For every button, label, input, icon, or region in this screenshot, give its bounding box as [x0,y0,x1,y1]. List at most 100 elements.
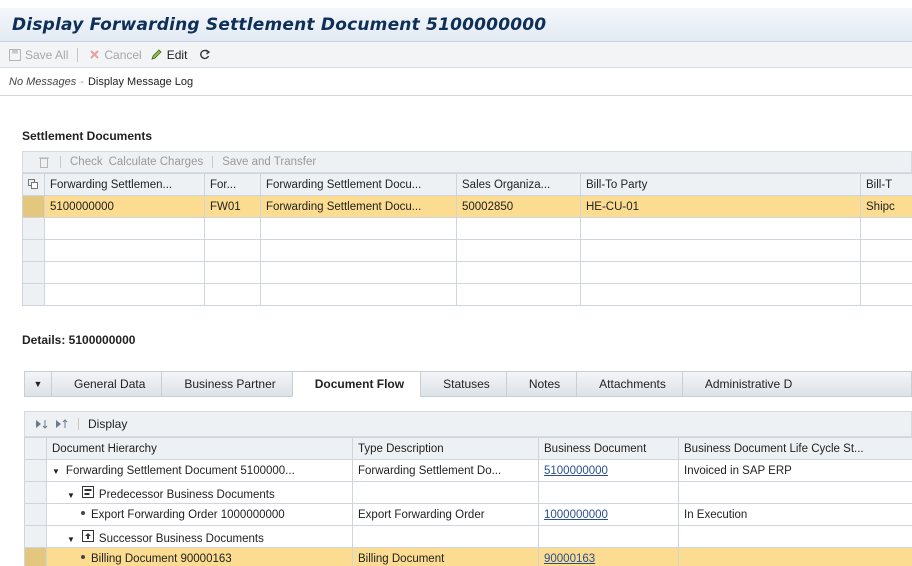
tab-notes[interactable]: Notes [505,372,576,396]
expand-arrow-icon[interactable]: ▼ [52,467,60,476]
table-settings-icon [26,177,40,191]
table-row[interactable] [22,217,912,240]
row-selector[interactable] [24,459,47,482]
collapse-icon[interactable]: ▼ [25,372,51,396]
flow-toolbar-divider [78,418,79,430]
business-document-link[interactable]: 5100000000 [544,465,608,477]
table-row[interactable] [22,261,912,284]
column-header[interactable]: Bill-T [860,173,912,196]
table-cell [352,481,539,504]
table-header-row: Forwarding Settlemen... For... Forwardin… [22,173,912,196]
row-selector[interactable] [22,195,45,218]
table-cell: Shipc [860,195,912,218]
table-row[interactable] [22,283,912,306]
hierarchy-label: Predecessor Business Documents [98,488,275,501]
table-cell: ▼ Forwarding Settlement Document 5100000.… [46,459,353,482]
pencil-icon [150,48,164,62]
expand-arrow-icon[interactable]: ▼ [67,491,75,500]
table-cell: In Execution [678,503,912,526]
page-title: Display Forwarding Settlement Document 5… [12,15,547,35]
main-toolbar: Save All Cancel Edit [0,42,912,68]
table-cell: Billing Document 90000163 [46,547,353,566]
hierarchy-label: Successor Business Documents [98,532,264,545]
select-all-cell[interactable] [24,437,47,460]
tab-statuses[interactable]: Statuses [420,372,506,396]
table-row[interactable]: Export Forwarding Order 1000000000 Expor… [24,503,912,526]
table-row[interactable]: 5100000000 FW01 Forwarding Settlement Do… [22,195,912,218]
table-row[interactable]: ▼ Successor Business Documents [24,525,912,548]
grid-toolbar-divider [60,156,61,168]
table-cell: ▼ Predecessor Business Documents [46,481,353,504]
table-cell: 5100000000 [44,195,205,218]
table-cell: 90000163 [538,547,679,566]
collapse-all-icon[interactable] [55,417,69,431]
column-header[interactable]: Forwarding Settlement Docu... [260,173,457,196]
table-cell: Forwarding Settlement Docu... [260,195,457,218]
table-row[interactable]: ▼ Predecessor Business Documents [24,481,912,504]
row-selector[interactable] [22,239,45,262]
column-header[interactable]: Type Description [352,437,539,460]
column-header[interactable]: Bill-To Party [580,173,861,196]
check-button[interactable]: Check [70,156,103,168]
edit-button[interactable]: Edit [150,47,188,62]
table-cell: HE-CU-01 [580,195,861,218]
table-cell [538,525,679,548]
column-header[interactable]: Business Document Life Cycle St... [678,437,912,460]
select-all-cell[interactable] [22,173,45,196]
edit-label: Edit [166,47,188,62]
tab-business-partner[interactable]: Business Partner [161,372,291,396]
hierarchy-label: Export Forwarding Order 1000000000 [91,508,285,521]
row-selector[interactable] [24,525,47,548]
display-message-log-link[interactable]: Display Message Log [88,76,193,88]
table-cell: 50002850 [456,195,581,218]
tab-administrative-data[interactable]: Administrative D [681,372,808,396]
message-bar: No Messages - Display Message Log [0,68,912,96]
table-cell: Forwarding Settlement Do... [352,459,539,482]
business-document-link[interactable]: 1000000000 [544,509,608,521]
table-cell: Billing Document [352,547,539,566]
expand-arrow-icon[interactable]: ▼ [67,535,75,544]
expand-all-icon[interactable] [35,417,49,431]
table-cell: 1000000000 [538,503,679,526]
hierarchy-label: Forwarding Settlement Document 5100000..… [65,464,295,477]
row-selector[interactable] [22,217,45,240]
column-header[interactable]: For... [204,173,261,196]
table-cell [352,525,539,548]
table-cell: ▼ Successor Business Documents [46,525,353,548]
display-button[interactable]: Display [88,417,127,431]
save-all-button[interactable]: Save All [8,48,68,62]
tab-general-data[interactable]: General Data [51,372,161,396]
tab-document-flow[interactable]: Document Flow [291,372,421,397]
calculate-charges-button[interactable]: Calculate Charges [109,156,204,168]
delete-icon[interactable] [37,155,51,169]
table-cell: Invoiced in SAP ERP [678,459,912,482]
row-selector[interactable] [22,283,45,306]
column-header[interactable]: Document Hierarchy [46,437,353,460]
table-row[interactable]: Billing Document 90000163 Billing Docume… [24,547,912,566]
cancel-icon [87,48,101,62]
save-and-transfer-button[interactable]: Save and Transfer [222,156,316,168]
row-selector[interactable] [22,261,45,284]
column-header[interactable]: Business Document [538,437,679,460]
document-flow-table: Document Hierarchy Type Description Busi… [24,437,912,566]
row-selector[interactable] [24,503,47,526]
tab-attachments[interactable]: Attachments [576,372,682,396]
table-cell: Export Forwarding Order [352,503,539,526]
column-header[interactable]: Sales Organiza... [456,173,581,196]
table-row[interactable] [22,239,912,262]
cancel-button[interactable]: Cancel [87,48,142,62]
table-row[interactable]: ▼ Forwarding Settlement Document 5100000.… [24,459,912,482]
row-selector[interactable] [24,481,47,504]
settlement-grid-toolbar: Check Calculate Charges Save and Transfe… [22,151,912,173]
bullet-icon [81,555,85,560]
row-selector[interactable] [24,547,47,566]
business-document-link[interactable]: 90000163 [544,553,595,565]
refresh-button[interactable] [197,48,211,62]
refresh-icon [197,48,211,62]
column-header[interactable]: Forwarding Settlemen... [44,173,205,196]
predecessor-folder-icon [81,485,95,499]
toolbar-divider [77,47,79,62]
settlement-documents-grid: Check Calculate Charges Save and Transfe… [22,151,912,306]
bullet-icon [81,511,85,516]
message-separator: - [80,75,84,88]
